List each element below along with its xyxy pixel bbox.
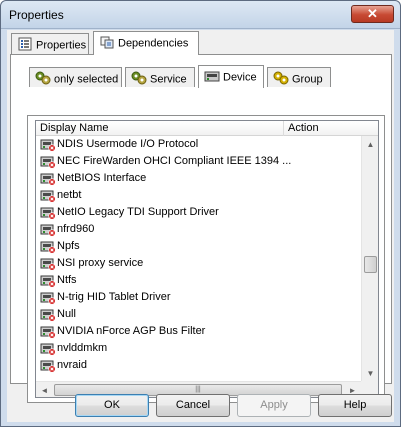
title-bar[interactable]: Properties ✕	[1, 1, 400, 29]
subtab-device[interactable]: Device	[198, 65, 264, 88]
subtab-only-selected[interactable]: only selected	[29, 67, 122, 87]
dependencies-icon	[100, 35, 114, 52]
list-item[interactable]: nvraid	[38, 357, 358, 374]
list-rows: NDIS Usermode I/O Protocol NEC FireWarden…	[36, 136, 361, 382]
scroll-left-button[interactable]: ◄	[36, 382, 53, 397]
list-item[interactable]: NetBIOS Interface	[38, 170, 358, 187]
scroll-up-button[interactable]: ▲	[362, 136, 378, 153]
list-item[interactable]: N-trig HID Tablet Driver	[38, 289, 358, 306]
list-item-label: NetBIOS Interface	[57, 172, 147, 184]
list-item[interactable]: Npfs	[38, 238, 358, 255]
list-item-label: NetIO Legacy TDI Support Driver	[57, 206, 219, 218]
window-title: Properties	[9, 8, 64, 22]
list-item-label: NSI proxy service	[57, 257, 144, 269]
scroll-down-button[interactable]: ▼	[362, 365, 378, 382]
list-item[interactable]: NDIS Usermode I/O Protocol	[38, 136, 358, 153]
list-item[interactable]: Null	[38, 306, 358, 323]
vertical-scrollbar[interactable]: ▲ ▼	[361, 136, 378, 382]
list-item-label: N-trig HID Tablet Driver	[57, 291, 171, 303]
list-item-label: nvlddmkm	[57, 342, 108, 354]
subtab-service-label: Service	[150, 73, 187, 86]
help-button[interactable]: Help	[318, 394, 392, 417]
device-disabled-icon	[40, 359, 56, 373]
list-item[interactable]: NEC FireWarden OHCI Compliant IEEE 1394 …	[38, 153, 358, 170]
subtab-device-label: Device	[223, 71, 257, 84]
cancel-button[interactable]: Cancel	[156, 394, 230, 417]
dependencies-panel: only selected Service Device Group Displ…	[10, 54, 392, 403]
column-display-name[interactable]: Display Name	[36, 121, 284, 136]
list-item-label: NEC FireWarden OHCI Compliant IEEE 1394 …	[57, 155, 292, 167]
list-item-label: Null	[57, 308, 76, 320]
list-item[interactable]: nfrd960	[38, 221, 358, 238]
device-disabled-icon	[40, 274, 56, 288]
device-disabled-icon	[40, 342, 56, 356]
device-disabled-icon	[40, 189, 56, 203]
list-item-label: NDIS Usermode I/O Protocol	[57, 138, 199, 150]
list-item-label: nvraid	[57, 359, 87, 371]
list-item[interactable]: NetIO Legacy TDI Support Driver	[38, 204, 358, 221]
device-disabled-icon	[40, 240, 56, 254]
list-item[interactable]: NVIDIA nForce AGP Bus Filter	[38, 323, 358, 340]
subtab-service[interactable]: Service	[125, 67, 195, 87]
subtab-only-selected-label: only selected	[54, 73, 119, 86]
tab-dependencies[interactable]: Dependencies	[93, 31, 199, 55]
list-item-label: netbt	[57, 189, 82, 201]
list-item-label: NVIDIA nForce AGP Bus Filter	[57, 325, 206, 337]
properties-window: Properties ✕ Properties Dependencies onl…	[0, 0, 401, 427]
list-item-label: nfrd960	[57, 223, 95, 235]
column-action[interactable]: Action	[284, 121, 378, 136]
gears-icon	[35, 71, 51, 88]
subtab-group-label: Group	[292, 73, 323, 86]
device-disabled-icon	[40, 325, 56, 339]
ok-button[interactable]: OK	[75, 394, 149, 417]
properties-icon	[18, 37, 32, 54]
group-icon	[273, 71, 289, 88]
close-button[interactable]: ✕	[351, 5, 394, 23]
list-item-label: Ntfs	[57, 274, 77, 286]
tab-dependencies-label: Dependencies	[118, 37, 189, 50]
list-header: Display Name Action	[36, 121, 378, 136]
vertical-scroll-thumb[interactable]	[364, 256, 377, 273]
gears-icon	[131, 71, 147, 88]
device-disabled-icon	[40, 138, 56, 152]
device-disabled-icon	[40, 206, 56, 220]
subtab-group[interactable]: Group	[267, 67, 331, 87]
device-disabled-icon	[40, 155, 56, 169]
device-icon	[204, 69, 220, 86]
list-item-label: Npfs	[57, 240, 80, 252]
tab-properties-label: Properties	[36, 39, 87, 52]
device-panel: Display Name Action NDIS Usermode I/O Pr…	[27, 115, 385, 403]
dialog-client-area: Properties Dependencies only selected Se…	[7, 30, 394, 422]
device-disabled-icon	[40, 291, 56, 305]
list-item[interactable]: netbt	[38, 187, 358, 204]
list-item[interactable]: Ntfs	[38, 272, 358, 289]
list-item[interactable]: NSI proxy service	[38, 255, 358, 272]
list-item[interactable]: nvlddmkm	[38, 340, 358, 357]
tab-properties[interactable]: Properties	[11, 33, 89, 54]
apply-button[interactable]: Apply	[237, 394, 311, 417]
device-list[interactable]: Display Name Action NDIS Usermode I/O Pr…	[35, 120, 379, 398]
device-disabled-icon	[40, 172, 56, 186]
device-disabled-icon	[40, 223, 56, 237]
device-disabled-icon	[40, 257, 56, 271]
device-disabled-icon	[40, 308, 56, 322]
